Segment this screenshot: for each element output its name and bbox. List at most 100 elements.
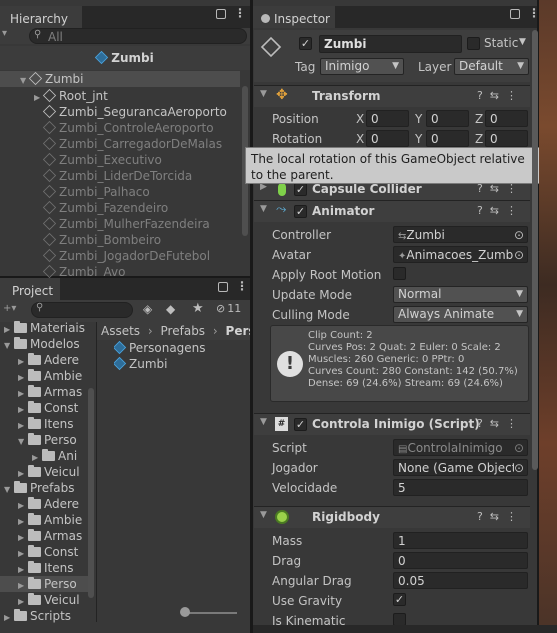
hierarchy-menu-icon[interactable]: ⋮ [234,6,246,20]
static-dropdown-arrow-icon[interactable]: ▼ [519,37,526,47]
project-menu-icon[interactable]: ⋮ [236,279,248,293]
update-mode-dropdown[interactable]: Normal ▼ [393,286,528,303]
script-header[interactable]: ▼ # ✓ Controla Inimigo (Script) ?⇆⋮ [254,413,530,435]
angular-drag-field[interactable]: 0.05 [393,572,528,589]
animator-header[interactable]: ▼ ⤳ ✓ Animator ?⇆⋮ [254,200,530,222]
static-checkbox[interactable] [467,37,480,50]
apply-root-motion-checkbox[interactable] [393,267,406,280]
drag-field[interactable]: 0 [393,552,528,569]
foldout-arrow-icon[interactable]: ▼ [4,338,14,352]
project-folder-item[interactable]: ▶ Itens [0,416,88,432]
project-folder-item[interactable]: ▼ Modelos [0,336,88,352]
foldout-arrow-icon[interactable]: ▶ [18,354,28,368]
jogador-field[interactable]: None (Game Object) ⊙ [393,459,528,476]
project-folder-item[interactable]: ▶ Scripts [0,608,88,624]
project-folder-item[interactable]: ▶ Perso [0,576,88,592]
project-add-icon[interactable]: +▾ [3,303,16,314]
layer-dropdown[interactable]: Default ▼ [454,58,529,75]
filter-type-icon[interactable]: ◈ [143,302,152,316]
inspector-lock-icon[interactable] [510,9,520,19]
breadcrumb-prefabs[interactable]: Prefabs [161,324,206,338]
foldout-arrow-icon[interactable]: ▶ [18,370,28,384]
transform-header[interactable]: ▼ ✥ Transform ?⇆⋮ [254,85,530,107]
hierarchy-item[interactable]: Zumbi_JogadorDeFutebol [0,248,240,264]
expand-arrow-icon[interactable]: ▶ [34,90,44,104]
object-active-checkbox[interactable]: ✓ [299,37,312,50]
mass-field[interactable]: 1 [393,532,528,549]
foldout-arrow-icon[interactable]: ▶ [18,514,28,528]
tab-project[interactable]: Project [0,278,60,300]
project-folder-item[interactable]: ▶ Armas [0,528,88,544]
project-folder-item[interactable]: ▶ Veicul [0,592,88,608]
object-picker-icon[interactable]: ⊙ [514,227,524,242]
script-enabled-checkbox[interactable]: ✓ [294,418,307,431]
rotation-x-field[interactable]: 0 [366,130,409,147]
foldout-arrow-icon[interactable]: ▶ [18,402,28,416]
hierarchy-item[interactable]: Zumbi_LiderDeTorcida [0,168,240,184]
foldout-arrow-icon[interactable]: ▶ [18,386,28,400]
component-header-icons[interactable]: ?⇆⋮ [477,510,524,523]
filter-label-icon[interactable]: ◆ [166,302,175,316]
rotation-z-field[interactable]: 0 [485,130,528,147]
hierarchy-item[interactable]: Zumbi_CarregadorDeMalas [0,136,240,152]
use-gravity-checkbox[interactable]: ✓ [393,593,406,606]
project-folder-item[interactable]: ▶ Armas [0,384,88,400]
tab-hierarchy[interactable]: Hierarchy [0,6,82,28]
foldout-arrow-icon[interactable]: ▼ [260,204,267,214]
project-folder-item[interactable]: ▶ Itens [0,560,88,576]
culling-mode-dropdown[interactable]: Always Animate ▼ [393,306,528,323]
animator-enabled-checkbox[interactable]: ✓ [294,205,307,218]
foldout-arrow-icon[interactable]: ▼ [260,510,267,520]
project-folder-item[interactable]: ▼ Perso [0,432,88,448]
project-folder-item[interactable]: ▼ Prefabs [0,480,88,496]
hidden-eye-icon[interactable]: ⊘ 11 [216,302,241,315]
project-tree-divider[interactable] [96,322,97,622]
hierarchy-item[interactable]: Zumbi_ControleAeroporto [0,120,240,136]
foldout-arrow-icon[interactable]: ▼ [18,434,28,448]
project-folder-item[interactable]: ▶ Ambie [0,512,88,528]
breadcrumb-current[interactable]: Perso [226,324,250,338]
hierarchy-item[interactable]: Zumbi_MulherFazendeira [0,216,240,232]
hierarchy-item[interactable]: Zumbi_Executivo [0,152,240,168]
hierarchy-item[interactable]: Zumbi_SegurancaAeroporto [0,104,240,120]
project-folder-item[interactable]: ▶ Ani [0,448,88,464]
position-y-field[interactable]: 0 [426,110,469,127]
position-x-field[interactable]: 0 [366,110,409,127]
rigidbody-header[interactable]: ▼ Rigidbody ?⇆⋮ [254,506,530,528]
hierarchy-item[interactable]: ▶ Root_jnt [0,88,240,104]
foldout-arrow-icon[interactable]: ▶ [4,610,14,624]
rotation-y-field[interactable]: 0 [426,130,469,147]
project-folder-item[interactable]: ▶ Const [0,544,88,560]
hierarchy-item[interactable]: Zumbi_Palhaco [0,184,240,200]
foldout-arrow-icon[interactable]: ▼ [260,417,267,427]
foldout-arrow-icon[interactable]: ▶ [18,418,28,432]
expand-arrow-icon[interactable]: ▼ [20,73,30,87]
object-picker-icon[interactable]: ⊙ [513,460,524,475]
component-header-icons[interactable]: ?⇆⋮ [477,417,524,430]
foldout-arrow-icon[interactable]: ▶ [18,562,28,576]
project-folder-item[interactable]: ▶ Materiais [0,320,88,336]
capsule-enabled-checkbox[interactable]: ✓ [294,183,307,196]
file-item[interactable]: Zumbi [114,356,167,372]
controller-field[interactable]: ⇆Zumbi ⊙ [393,226,528,243]
foldout-arrow-icon[interactable]: ▶ [18,530,28,544]
foldout-arrow-icon[interactable]: ▶ [4,322,14,336]
foldout-arrow-icon[interactable]: ▼ [4,482,14,496]
file-item[interactable]: Personagens [114,340,206,356]
project-lock-icon[interactable] [218,282,228,292]
object-picker-icon[interactable]: ⊙ [513,247,524,262]
hierarchy-root-row[interactable]: ▼ Zumbi [0,71,240,87]
project-folder-item[interactable]: ▶ Adere [0,496,88,512]
project-folder-item[interactable]: ▶ Ambie [0,368,88,384]
foldout-arrow-icon[interactable]: ▼ [260,89,267,99]
project-folder-item[interactable]: ▶ Adere [0,352,88,368]
component-header-icons[interactable]: ?⇆⋮ [477,204,524,217]
hierarchy-item[interactable]: Zumbi_Bombeiro [0,232,240,248]
foldout-arrow-icon[interactable]: ▶ [18,578,28,592]
favorite-star-icon[interactable]: ★ [192,301,204,316]
foldout-arrow-icon[interactable]: ▶ [18,498,28,512]
velocidade-field[interactable]: 5 [393,479,528,496]
icon-size-slider[interactable] [182,612,237,614]
foldout-arrow-icon[interactable]: ▶ [18,466,28,480]
project-tree-scrollbar[interactable] [88,388,94,598]
